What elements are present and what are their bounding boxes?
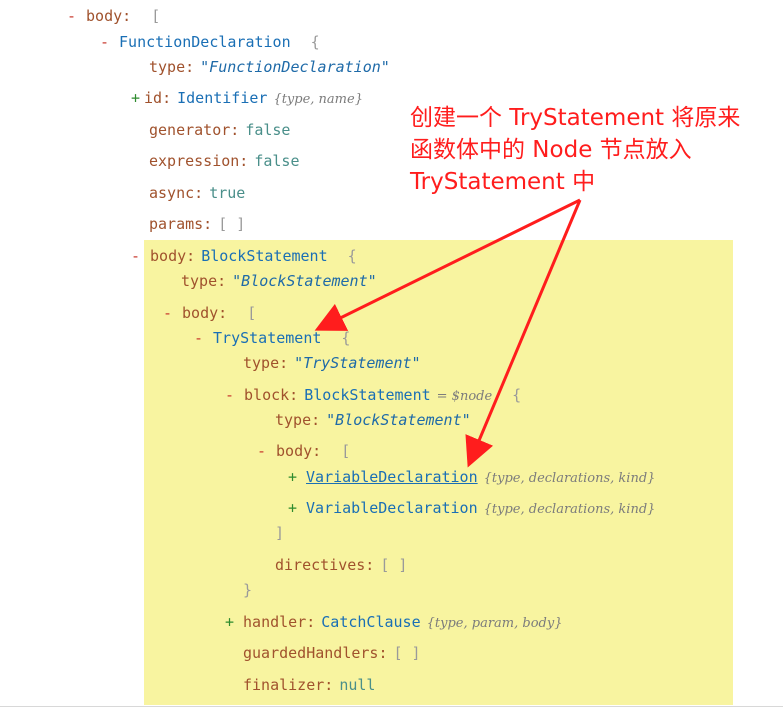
- tree-row-try-statement[interactable]: - TryStatement {: [194, 328, 350, 348]
- node-fields-summary: {type, declarations, kind}: [483, 471, 656, 486]
- annotation-line-2: 函数体中的 Node 节点放入: [410, 137, 692, 163]
- open-bracket: [: [151, 7, 161, 25]
- empty-array: [ ]: [393, 644, 421, 662]
- property-key: finalizer:: [243, 676, 334, 694]
- property-key: params:: [149, 215, 213, 233]
- tree-row-params: params: [ ]: [149, 214, 245, 234]
- tree-row-generator: generator: false: [149, 120, 290, 140]
- open-brace: {: [347, 247, 357, 265]
- tree-row-id[interactable]: + id: Identifier {type, name}: [131, 88, 363, 108]
- tree-row-guarded-handlers: guardedHandlers: [ ]: [243, 643, 421, 663]
- tree-row-type: type: "BlockStatement": [181, 271, 377, 291]
- property-key: body:: [150, 247, 196, 265]
- node-fields-summary: {type, name}: [273, 92, 363, 107]
- node-fields-summary: {type, declarations, kind}: [483, 502, 656, 517]
- property-key: guardedHandlers:: [243, 644, 388, 662]
- tree-row-body-block-statement[interactable]: - body: BlockStatement {: [131, 246, 357, 266]
- close-bracket: ]: [275, 523, 284, 543]
- boolean-value: false: [254, 152, 300, 170]
- property-key: type:: [149, 58, 195, 76]
- boolean-value: true: [209, 184, 246, 202]
- property-key: id:: [144, 89, 172, 107]
- property-key: generator:: [149, 121, 240, 139]
- collapse-toggle[interactable]: -: [194, 329, 203, 347]
- tree-row-function-declaration[interactable]: - FunctionDeclaration {: [100, 32, 320, 52]
- string-value: "TryStatement": [294, 354, 421, 372]
- node-fields-summary: {type, param, body}: [426, 616, 563, 631]
- empty-array: [ ]: [218, 215, 246, 233]
- tree-row-body[interactable]: - body: [: [163, 303, 256, 323]
- expand-toggle[interactable]: +: [131, 89, 140, 107]
- annotation-note: 创建一个 TryStatement 将原来 函数体中的 Node 节点放入 Tr…: [410, 102, 770, 198]
- string-value: "FunctionDeclaration": [200, 58, 390, 76]
- tree-row-body[interactable]: - body: [: [257, 441, 350, 461]
- close-bracket: ]: [275, 524, 285, 542]
- node-type-label[interactable]: FunctionDeclaration: [119, 33, 291, 51]
- node-type-label[interactable]: VariableDeclaration: [306, 468, 478, 486]
- tree-row-directives: directives: [ ]: [275, 555, 407, 575]
- collapse-toggle[interactable]: -: [257, 442, 266, 460]
- tree-row-variable-declaration[interactable]: + VariableDeclaration {type, declarations,…: [288, 498, 655, 518]
- property-key: type:: [243, 354, 289, 372]
- node-type-label[interactable]: BlockStatement: [201, 247, 327, 265]
- collapse-toggle[interactable]: -: [67, 7, 76, 25]
- close-brace: }: [243, 580, 252, 600]
- tree-row-finalizer: finalizer: null: [243, 675, 375, 695]
- expand-toggle[interactable]: +: [225, 613, 234, 631]
- node-reference: = $node: [436, 389, 493, 404]
- open-brace: {: [512, 386, 522, 404]
- tree-row-type: type: "TryStatement": [243, 353, 421, 373]
- property-key: async:: [149, 184, 204, 202]
- expand-toggle[interactable]: +: [288, 499, 297, 517]
- node-type-label[interactable]: TryStatement: [213, 329, 321, 347]
- tree-row-expression: expression: false: [149, 151, 300, 171]
- string-value: "BlockStatement": [232, 272, 377, 290]
- empty-array: [ ]: [380, 556, 408, 574]
- tree-row-body[interactable]: - body: [: [67, 6, 160, 26]
- collapse-toggle[interactable]: -: [131, 247, 140, 265]
- collapse-toggle[interactable]: -: [100, 33, 109, 51]
- node-type-label[interactable]: CatchClause: [321, 613, 420, 631]
- tree-row-async: async: true: [149, 183, 245, 203]
- tree-row-variable-declaration[interactable]: + VariableDeclaration {type, declarations,…: [288, 467, 655, 487]
- open-brace: {: [310, 33, 320, 51]
- open-brace: {: [341, 329, 351, 347]
- string-value: "BlockStatement": [326, 411, 471, 429]
- tree-row-block[interactable]: - block: BlockStatement = $node {: [225, 385, 521, 405]
- property-key: body:: [276, 442, 322, 460]
- property-key: body:: [182, 304, 228, 322]
- collapse-toggle[interactable]: -: [225, 386, 234, 404]
- property-key: type:: [275, 411, 321, 429]
- tree-row-type: type: "BlockStatement": [275, 410, 471, 430]
- node-type-label[interactable]: VariableDeclaration: [306, 499, 478, 517]
- tree-row-handler[interactable]: + handler: CatchClause {type, param, body}: [225, 612, 562, 632]
- open-bracket: [: [247, 304, 257, 322]
- property-key: handler:: [243, 613, 316, 631]
- open-bracket: [: [341, 442, 351, 460]
- boolean-value: false: [245, 121, 291, 139]
- property-key: type:: [181, 272, 227, 290]
- null-value: null: [339, 676, 376, 694]
- node-type-label[interactable]: BlockStatement: [304, 386, 430, 404]
- node-type-label[interactable]: Identifier: [177, 89, 267, 107]
- panel-bottom-border: [0, 706, 783, 707]
- property-key: expression:: [149, 152, 249, 170]
- tree-row-type: type: "FunctionDeclaration": [149, 57, 390, 77]
- annotation-line-1: 创建一个 TryStatement 将原来: [410, 105, 741, 131]
- close-brace: }: [243, 581, 253, 599]
- collapse-toggle[interactable]: -: [163, 304, 172, 322]
- annotation-line-3: TryStatement 中: [410, 169, 596, 195]
- property-key: directives:: [275, 556, 375, 574]
- expand-toggle[interactable]: +: [288, 468, 297, 486]
- property-key: body:: [86, 7, 132, 25]
- property-key: block:: [244, 386, 299, 404]
